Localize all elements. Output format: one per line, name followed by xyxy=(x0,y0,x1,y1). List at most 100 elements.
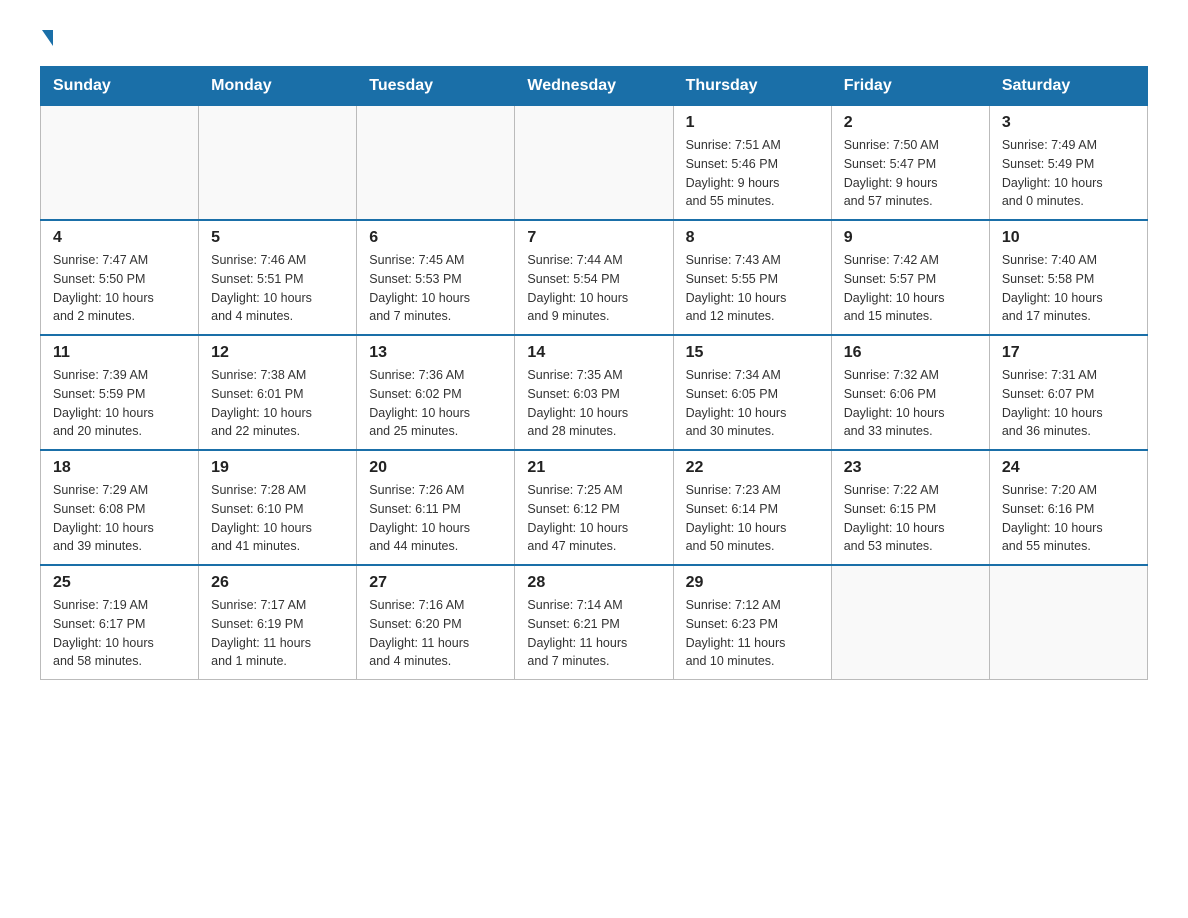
day-info: Sunrise: 7:34 AMSunset: 6:05 PMDaylight:… xyxy=(686,366,819,441)
day-number: 24 xyxy=(1002,459,1135,477)
day-number: 7 xyxy=(527,229,660,247)
day-number: 18 xyxy=(53,459,186,477)
calendar-day-cell: 25 Sunrise: 7:19 AMSunset: 6:17 PMDayligh… xyxy=(41,565,199,680)
day-number: 16 xyxy=(844,344,977,362)
calendar-day-cell: 3 Sunrise: 7:49 AMSunset: 5:49 PMDaylight… xyxy=(989,106,1147,221)
calendar-day-cell: 7 Sunrise: 7:44 AMSunset: 5:54 PMDaylight… xyxy=(515,220,673,335)
day-info: Sunrise: 7:42 AMSunset: 5:57 PMDaylight:… xyxy=(844,251,977,326)
day-number: 1 xyxy=(686,114,819,132)
day-number: 19 xyxy=(211,459,344,477)
day-info: Sunrise: 7:25 AMSunset: 6:12 PMDaylight:… xyxy=(527,481,660,556)
day-info: Sunrise: 7:35 AMSunset: 6:03 PMDaylight:… xyxy=(527,366,660,441)
day-number: 11 xyxy=(53,344,186,362)
day-number: 27 xyxy=(369,574,502,592)
weekday-header-sunday: Sunday xyxy=(41,67,199,106)
day-number: 29 xyxy=(686,574,819,592)
calendar-day-cell: 6Sunrise: 7:45 AMSunset: 5:53 PMDaylight… xyxy=(357,220,515,335)
day-number: 17 xyxy=(1002,344,1135,362)
day-number: 2 xyxy=(844,114,977,132)
day-number: 8 xyxy=(686,229,819,247)
day-info: Sunrise: 7:40 AMSunset: 5:58 PMDaylight:… xyxy=(1002,251,1135,326)
day-number: 4 xyxy=(53,229,186,247)
calendar-day-cell: 13 Sunrise: 7:36 AMSunset: 6:02 PMDayligh… xyxy=(357,335,515,450)
calendar-day-cell: 9Sunrise: 7:42 AMSunset: 5:57 PMDaylight… xyxy=(831,220,989,335)
day-info: Sunrise: 7:23 AMSunset: 6:14 PMDaylight:… xyxy=(686,481,819,556)
day-info: Sunrise: 7:38 AMSunset: 6:01 PMDaylight:… xyxy=(211,366,344,441)
calendar-day-cell: 24Sunrise: 7:20 AMSunset: 6:16 PMDayligh… xyxy=(989,450,1147,565)
calendar-day-cell: 18 Sunrise: 7:29 AMSunset: 6:08 PMDayligh… xyxy=(41,450,199,565)
calendar-day-cell: 10 Sunrise: 7:40 AMSunset: 5:58 PMDayligh… xyxy=(989,220,1147,335)
calendar-week-row: 1 Sunrise: 7:51 AMSunset: 5:46 PMDaylight… xyxy=(41,106,1148,221)
calendar-table: SundayMondayTuesdayWednesdayThursdayFrid… xyxy=(40,66,1148,680)
weekday-header-tuesday: Tuesday xyxy=(357,67,515,106)
weekday-header-thursday: Thursday xyxy=(673,67,831,106)
logo xyxy=(40,30,53,46)
day-info: Sunrise: 7:47 AMSunset: 5:50 PMDaylight:… xyxy=(53,251,186,326)
day-number: 5 xyxy=(211,229,344,247)
day-info: Sunrise: 7:12 AMSunset: 6:23 PMDaylight:… xyxy=(686,596,819,671)
day-info: Sunrise: 7:22 AMSunset: 6:15 PMDaylight:… xyxy=(844,481,977,556)
calendar-day-cell: 17 Sunrise: 7:31 AMSunset: 6:07 PMDayligh… xyxy=(989,335,1147,450)
day-info: Sunrise: 7:16 AMSunset: 6:20 PMDaylight:… xyxy=(369,596,502,671)
calendar-day-cell: 21 Sunrise: 7:25 AMSunset: 6:12 PMDayligh… xyxy=(515,450,673,565)
day-number: 10 xyxy=(1002,229,1135,247)
weekday-header-row: SundayMondayTuesdayWednesdayThursdayFrid… xyxy=(41,67,1148,106)
day-info: Sunrise: 7:39 AMSunset: 5:59 PMDaylight:… xyxy=(53,366,186,441)
day-number: 13 xyxy=(369,344,502,362)
weekday-header-saturday: Saturday xyxy=(989,67,1147,106)
calendar-day-cell xyxy=(831,565,989,680)
calendar-day-cell: 19 Sunrise: 7:28 AMSunset: 6:10 PMDayligh… xyxy=(199,450,357,565)
day-info: Sunrise: 7:31 AMSunset: 6:07 PMDaylight:… xyxy=(1002,366,1135,441)
calendar-day-cell: 28 Sunrise: 7:14 AMSunset: 6:21 PMDayligh… xyxy=(515,565,673,680)
calendar-day-cell xyxy=(357,106,515,221)
calendar-day-cell: 15Sunrise: 7:34 AMSunset: 6:05 PMDayligh… xyxy=(673,335,831,450)
day-info: Sunrise: 7:17 AMSunset: 6:19 PMDaylight:… xyxy=(211,596,344,671)
calendar-day-cell: 2Sunrise: 7:50 AMSunset: 5:47 PMDaylight… xyxy=(831,106,989,221)
day-info: Sunrise: 7:36 AMSunset: 6:02 PMDaylight:… xyxy=(369,366,502,441)
day-info: Sunrise: 7:49 AMSunset: 5:49 PMDaylight:… xyxy=(1002,136,1135,211)
calendar-day-cell: 27 Sunrise: 7:16 AMSunset: 6:20 PMDayligh… xyxy=(357,565,515,680)
day-info: Sunrise: 7:43 AMSunset: 5:55 PMDaylight:… xyxy=(686,251,819,326)
calendar-day-cell: 16 Sunrise: 7:32 AMSunset: 6:06 PMDayligh… xyxy=(831,335,989,450)
calendar-day-cell: 1 Sunrise: 7:51 AMSunset: 5:46 PMDaylight… xyxy=(673,106,831,221)
day-number: 23 xyxy=(844,459,977,477)
day-number: 3 xyxy=(1002,114,1135,132)
calendar-day-cell: 4 Sunrise: 7:47 AMSunset: 5:50 PMDaylight… xyxy=(41,220,199,335)
calendar-day-cell: 12 Sunrise: 7:38 AMSunset: 6:01 PMDayligh… xyxy=(199,335,357,450)
page-header xyxy=(40,30,1148,46)
calendar-week-row: 25 Sunrise: 7:19 AMSunset: 6:17 PMDayligh… xyxy=(41,565,1148,680)
day-info: Sunrise: 7:32 AMSunset: 6:06 PMDaylight:… xyxy=(844,366,977,441)
calendar-day-cell xyxy=(989,565,1147,680)
day-info: Sunrise: 7:51 AMSunset: 5:46 PMDaylight:… xyxy=(686,136,819,211)
calendar-day-cell xyxy=(515,106,673,221)
calendar-day-cell xyxy=(199,106,357,221)
calendar-day-cell: 29 Sunrise: 7:12 AMSunset: 6:23 PMDayligh… xyxy=(673,565,831,680)
day-number: 22 xyxy=(686,459,819,477)
day-info: Sunrise: 7:29 AMSunset: 6:08 PMDaylight:… xyxy=(53,481,186,556)
calendar-week-row: 11 Sunrise: 7:39 AMSunset: 5:59 PMDayligh… xyxy=(41,335,1148,450)
weekday-header-friday: Friday xyxy=(831,67,989,106)
weekday-header-wednesday: Wednesday xyxy=(515,67,673,106)
calendar-day-cell: 20 Sunrise: 7:26 AMSunset: 6:11 PMDayligh… xyxy=(357,450,515,565)
calendar-day-cell: 11 Sunrise: 7:39 AMSunset: 5:59 PMDayligh… xyxy=(41,335,199,450)
calendar-day-cell: 8 Sunrise: 7:43 AMSunset: 5:55 PMDaylight… xyxy=(673,220,831,335)
day-number: 20 xyxy=(369,459,502,477)
day-info: Sunrise: 7:46 AMSunset: 5:51 PMDaylight:… xyxy=(211,251,344,326)
calendar-day-cell: 22 Sunrise: 7:23 AMSunset: 6:14 PMDayligh… xyxy=(673,450,831,565)
day-info: Sunrise: 7:19 AMSunset: 6:17 PMDaylight:… xyxy=(53,596,186,671)
day-number: 28 xyxy=(527,574,660,592)
day-info: Sunrise: 7:28 AMSunset: 6:10 PMDaylight:… xyxy=(211,481,344,556)
calendar-day-cell xyxy=(41,106,199,221)
day-info: Sunrise: 7:44 AMSunset: 5:54 PMDaylight:… xyxy=(527,251,660,326)
calendar-day-cell: 26Sunrise: 7:17 AMSunset: 6:19 PMDayligh… xyxy=(199,565,357,680)
day-info: Sunrise: 7:26 AMSunset: 6:11 PMDaylight:… xyxy=(369,481,502,556)
calendar-week-row: 18 Sunrise: 7:29 AMSunset: 6:08 PMDayligh… xyxy=(41,450,1148,565)
calendar-day-cell: 5 Sunrise: 7:46 AMSunset: 5:51 PMDaylight… xyxy=(199,220,357,335)
day-number: 14 xyxy=(527,344,660,362)
day-number: 21 xyxy=(527,459,660,477)
day-info: Sunrise: 7:14 AMSunset: 6:21 PMDaylight:… xyxy=(527,596,660,671)
weekday-header-monday: Monday xyxy=(199,67,357,106)
day-number: 25 xyxy=(53,574,186,592)
day-number: 12 xyxy=(211,344,344,362)
day-info: Sunrise: 7:45 AMSunset: 5:53 PMDaylight:… xyxy=(369,251,502,326)
